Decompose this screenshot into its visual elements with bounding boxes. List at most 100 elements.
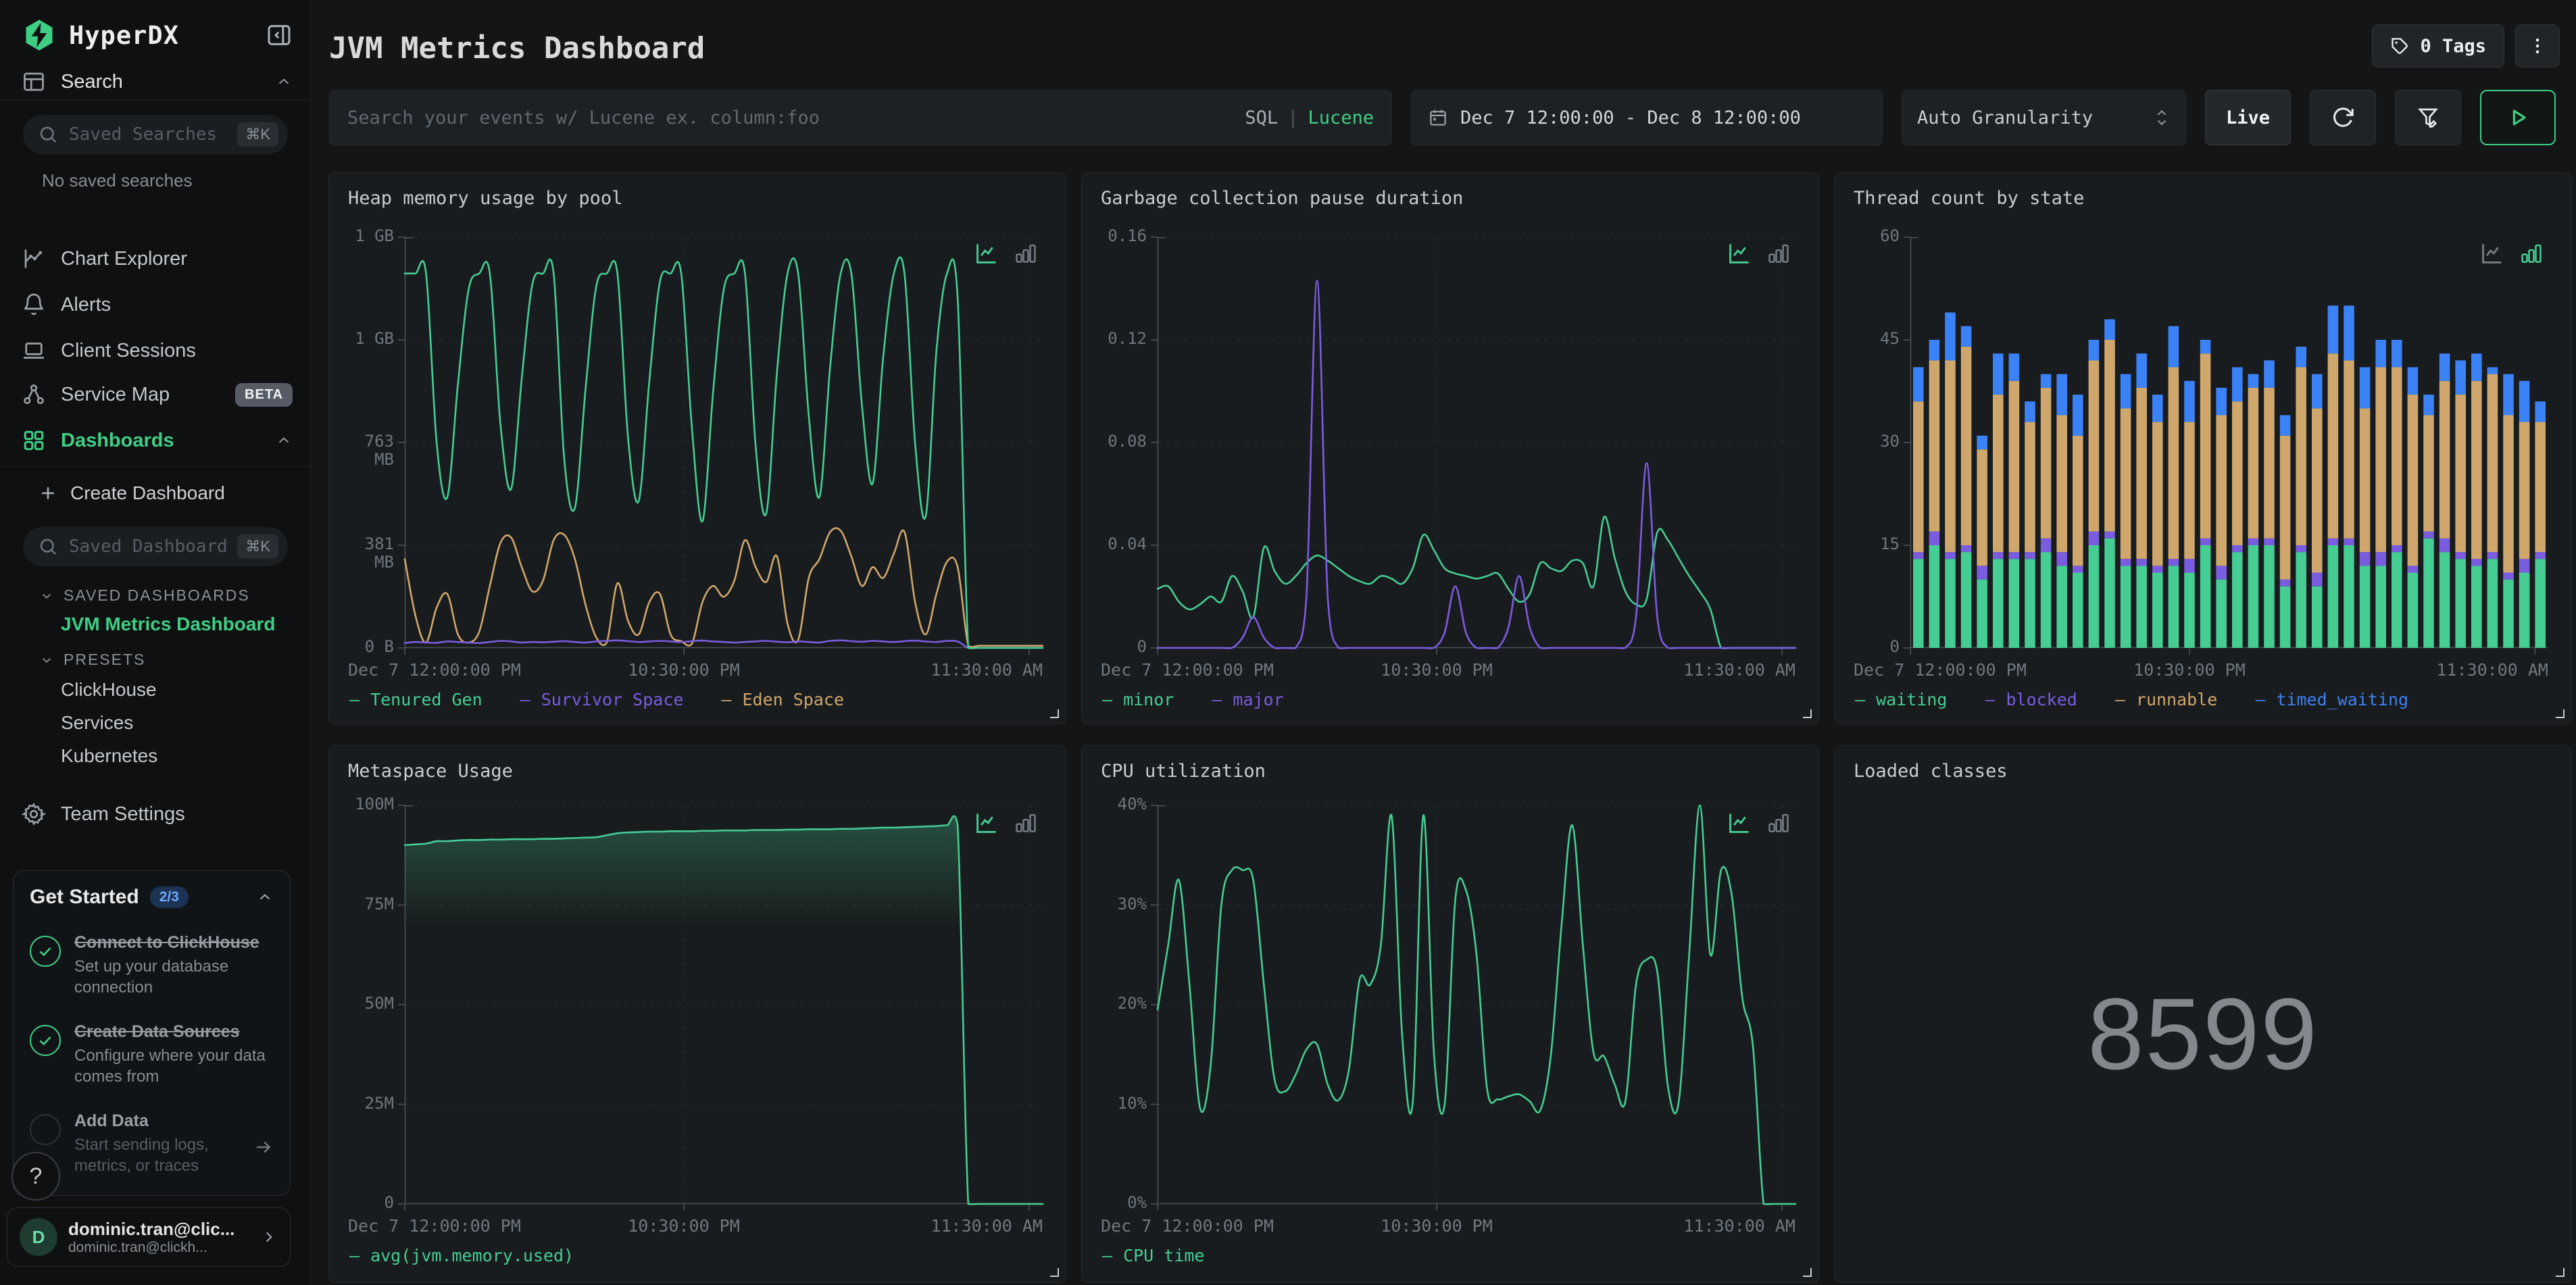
legend-swatch: —: [520, 690, 530, 709]
date-range-picker[interactable]: Dec 7 12:00:00 - Dec 8 12:00:00: [1411, 90, 1883, 145]
search-placeholder: Search your events w/ Lucene ex. column:…: [347, 107, 820, 128]
bar-chart-icon[interactable]: [1013, 810, 1039, 836]
section-header-label: SAVED DASHBOARDS: [64, 586, 250, 604]
legend-item[interactable]: — Survivor Space: [520, 690, 684, 709]
live-button[interactable]: Live: [2205, 90, 2291, 145]
bar-chart-icon[interactable]: [2519, 241, 2544, 266]
legend-item[interactable]: — runnable: [2115, 690, 2217, 709]
y-axis-label: 1 GB: [355, 329, 394, 348]
loaded-classes-value: 8599: [2087, 977, 2319, 1090]
help-button[interactable]: ?: [11, 1152, 60, 1201]
sidebar-item-label: Search: [61, 70, 123, 93]
page-title: JVM Metrics Dashboard: [329, 31, 705, 66]
tags-label: 0 Tags: [2420, 35, 2486, 57]
line-chart-icon[interactable]: [974, 241, 999, 266]
gc-pause-chart[interactable]: [1151, 236, 1797, 655]
sidebar-item-label: Dashboards: [61, 429, 174, 451]
dashboard-link-jvm-metrics[interactable]: JVM Metrics Dashboard: [61, 613, 275, 639]
x-axis-label: Dec 7 12:00:00 PM: [348, 660, 521, 680]
legend-item[interactable]: — major: [1212, 690, 1283, 709]
bar-chart-icon[interactable]: [1766, 810, 1791, 836]
thread-count-chart[interactable]: [1904, 236, 2548, 655]
presets-header[interactable]: PRESETS: [39, 651, 145, 669]
get-started-step-add-data[interactable]: Add Data Start sending logs, metrics, or…: [30, 1110, 274, 1176]
panel-title: CPU utilization: [1101, 761, 1266, 782]
line-chart-icon[interactable]: [1727, 241, 1752, 266]
event-search-input[interactable]: Search your events w/ Lucene ex. column:…: [329, 90, 1392, 145]
run-query-button[interactable]: [2480, 90, 2556, 145]
line-chart-icon[interactable]: [974, 810, 999, 836]
divider: [0, 100, 310, 101]
legend-item[interactable]: — timed_waiting: [2255, 690, 2408, 709]
legend-item[interactable]: — avg(jvm.memory.used): [349, 1246, 574, 1265]
resize-handle[interactable]: [2556, 1268, 2565, 1277]
heap-memory-chart[interactable]: [398, 236, 1044, 655]
y-axis-label: 0.04: [1108, 534, 1147, 553]
chevron-up-icon[interactable]: [256, 888, 274, 906]
chevron-down-icon: [39, 588, 54, 603]
collapse-sidebar-icon[interactable]: [266, 22, 293, 49]
dashboard-link-services[interactable]: Services: [61, 712, 133, 738]
y-axis-label: 0: [1889, 637, 1900, 656]
date-range-value: Dec 7 12:00:00 - Dec 8 12:00:00: [1460, 107, 1801, 128]
bar-chart-icon[interactable]: [1013, 241, 1039, 266]
legend-item[interactable]: — waiting: [1855, 690, 1947, 709]
get-started-step-connect[interactable]: Connect to ClickHouse Set up your databa…: [30, 932, 274, 998]
sidebar-item-search[interactable]: Search: [22, 65, 293, 99]
dashboard-link-clickhouse[interactable]: ClickHouse: [61, 679, 157, 705]
resize-handle[interactable]: [1050, 709, 1059, 718]
lucene-toggle[interactable]: Lucene: [1308, 107, 1374, 128]
granularity-select[interactable]: Auto Granularity: [1902, 90, 2186, 145]
more-options-button[interactable]: [2515, 24, 2560, 68]
tags-button[interactable]: 0 Tags: [2372, 24, 2504, 68]
saved-searches-input[interactable]: Saved Searches ⌘K: [23, 115, 288, 154]
metaspace-chart[interactable]: [398, 805, 1044, 1211]
sidebar-item-service-map[interactable]: Service Map BETA: [22, 378, 293, 411]
bell-icon: [22, 293, 46, 317]
y-axis-label: 381 MB: [364, 534, 394, 572]
y-axis-label: 0.12: [1108, 329, 1147, 348]
chart-legend: — waiting — blocked — runnable — timed_waiting: [1855, 690, 2408, 709]
bar-chart-icon[interactable]: [1766, 241, 1791, 266]
get-started-step-sources[interactable]: Create Data Sources Configure where your…: [30, 1021, 274, 1087]
chevron-up-icon: [275, 432, 293, 449]
line-chart-icon[interactable]: [2479, 241, 2505, 266]
hyperdx-logo-icon[interactable]: [22, 18, 57, 53]
legend-label: waiting: [1876, 690, 1948, 709]
sidebar-item-client-sessions[interactable]: Client Sessions: [22, 334, 293, 368]
cpu-utilization-chart[interactable]: [1151, 804, 1797, 1211]
sidebar-item-chart-explorer[interactable]: Chart Explorer: [22, 242, 293, 276]
resize-handle[interactable]: [1050, 1268, 1059, 1277]
section-header-label: PRESETS: [64, 651, 146, 668]
y-axis-label: 0.08: [1108, 432, 1147, 451]
saved-dashboards-header[interactable]: SAVED DASHBOARDS: [39, 586, 250, 605]
sidebar-item-alerts[interactable]: Alerts: [22, 288, 293, 322]
sidebar-item-team-settings[interactable]: Team Settings: [21, 797, 293, 831]
sql-toggle[interactable]: SQL: [1245, 107, 1278, 128]
legend-item[interactable]: — Eden Space: [721, 690, 844, 709]
sidebar: HyperDX Search Saved Searches ⌘K No save…: [0, 0, 311, 1285]
chevron-up-icon: [275, 73, 293, 91]
resize-handle[interactable]: [1803, 1268, 1812, 1277]
sidebar-item-dashboards[interactable]: Dashboards: [22, 424, 293, 457]
filter-edit-button[interactable]: [2395, 90, 2461, 145]
get-started-header[interactable]: Get Started 2/3: [30, 886, 274, 909]
legend-item[interactable]: — minor: [1102, 690, 1174, 709]
dashboard-link-kubernetes[interactable]: Kubernetes: [61, 745, 157, 771]
panel-cpu-utilization: CPU utilization Dec 7 12:00:00 PM 10:30:…: [1081, 745, 1819, 1283]
resize-handle[interactable]: [2556, 709, 2565, 718]
refresh-button[interactable]: [2310, 90, 2376, 145]
main-content: JVM Metrics Dashboard 0 Tags Search your…: [311, 0, 2576, 1285]
user-menu[interactable]: D dominic.tran@clic... dominic.tran@clic…: [7, 1207, 291, 1267]
resize-handle[interactable]: [1803, 709, 1812, 718]
create-dashboard-button[interactable]: Create Dashboard: [38, 477, 225, 509]
legend-item[interactable]: — Tenured Gen: [349, 690, 482, 709]
legend-item[interactable]: — blocked: [1985, 690, 2077, 709]
laptop-icon: [22, 338, 46, 363]
legend-swatch: —: [721, 690, 732, 709]
line-chart-icon[interactable]: [1727, 810, 1752, 836]
gear-icon: [21, 802, 47, 826]
dashboard-grid: Heap memory usage by pool Dec 7 12:00:00…: [328, 172, 2572, 1283]
legend-item[interactable]: — CPU time: [1102, 1246, 1204, 1265]
saved-dashboards-input[interactable]: Saved Dashboards ⌘K: [23, 527, 288, 566]
